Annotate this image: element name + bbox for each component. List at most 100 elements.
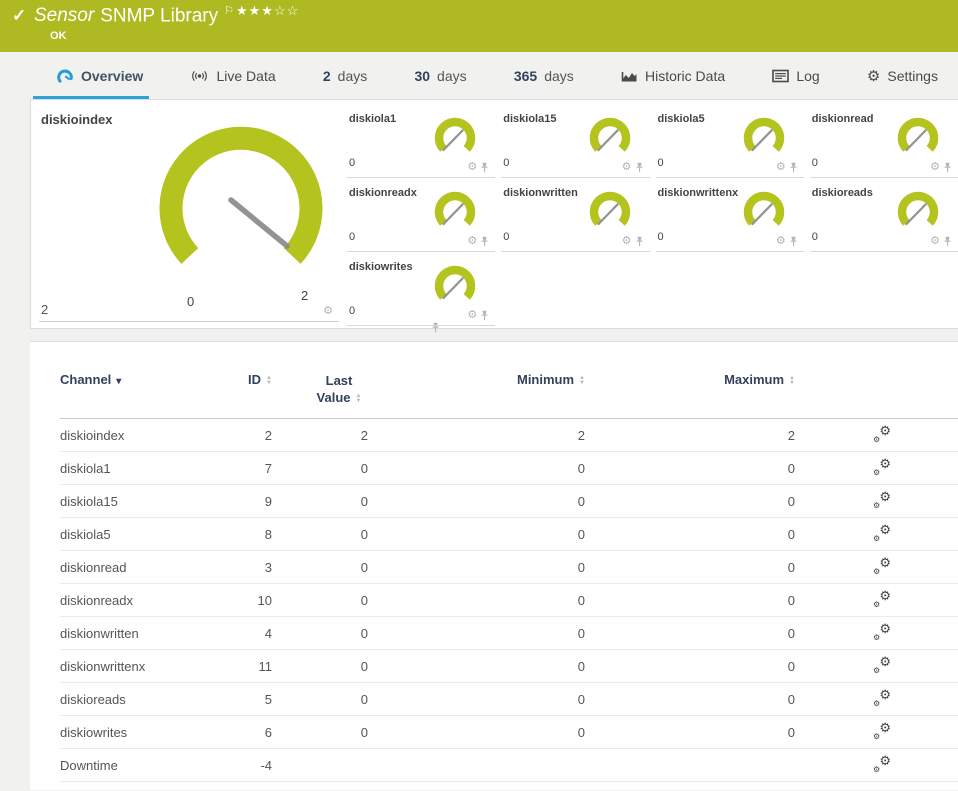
gauge-tile: diskionwritten 0 ⚙ — [501, 178, 650, 252]
channel-name-cell[interactable]: diskionread — [60, 550, 220, 584]
channel-name-cell[interactable]: diskioindex — [60, 418, 220, 452]
gear-icon[interactable]: ⚙ — [467, 162, 477, 173]
channel-name-cell[interactable]: diskiola1 — [60, 451, 220, 485]
edit-channel-settings-icon[interactable]: ⚙ ⚙ — [873, 522, 891, 543]
table-row[interactable]: diskionread 3 0 0 0 ⚙ ⚙ — [60, 550, 958, 584]
last-value-cell: 0 — [272, 484, 368, 518]
column-header-channel[interactable]: Channel ▾ — [60, 372, 220, 419]
table-row[interactable]: Downtime -4 ⚙ ⚙ — [60, 748, 958, 782]
pin-icon[interactable] — [943, 236, 952, 247]
gauge-value: 0 — [811, 231, 818, 243]
edit-channel-settings-icon[interactable]: ⚙ ⚙ — [873, 489, 891, 510]
last-value-cell: 0 — [272, 649, 368, 683]
sensor-name: SNMP Library — [100, 5, 219, 27]
gear-icon[interactable]: ⚙ — [467, 236, 477, 247]
table-row[interactable]: diskionreadx 10 0 0 0 ⚙ ⚙ — [60, 583, 958, 617]
tab-label: days — [544, 67, 574, 84]
tab-settings[interactable]: ⚙ Settings — [867, 52, 938, 99]
log-icon — [772, 69, 790, 83]
table-row[interactable]: diskioreads 5 0 0 0 ⚙ ⚙ — [60, 682, 958, 716]
gear-icon[interactable]: ⚙ — [622, 162, 632, 173]
gauge-dial — [435, 265, 476, 300]
channel-name-cell[interactable]: diskionreadx — [60, 583, 220, 617]
pin-icon[interactable] — [635, 236, 644, 247]
tab-2-days[interactable]: 2 days — [323, 52, 367, 99]
edit-channel-settings-icon[interactable]: ⚙ ⚙ — [873, 753, 891, 774]
gauge-tile: diskiola15 0 ⚙ — [501, 104, 650, 178]
channel-name-cell[interactable]: diskiola5 — [60, 517, 220, 551]
channel-name-cell[interactable]: diskionwritten — [60, 616, 220, 650]
tab-historic-data[interactable]: Historic Data — [621, 52, 725, 99]
channel-id-cell: 3 — [220, 550, 272, 584]
gauge-dial — [435, 117, 476, 152]
tab-30-days[interactable]: 30 days — [414, 52, 466, 99]
edit-channel-settings-icon[interactable]: ⚙ ⚙ — [873, 555, 891, 576]
edit-channel-settings-icon[interactable]: ⚙ ⚙ — [873, 588, 891, 609]
gear-icon[interactable]: ⚙ — [776, 162, 786, 173]
tab-number: 30 — [414, 67, 431, 84]
column-header-last-value[interactable]: Last Value ▲ ▼ — [272, 372, 368, 419]
pin-icon[interactable] — [789, 236, 798, 247]
gauge-scale-max: 2 — [301, 288, 309, 303]
maximum-cell: 0 — [585, 484, 795, 518]
pin-icon[interactable] — [480, 162, 489, 173]
ok-check-icon: ✓ — [12, 6, 27, 25]
edit-channel-settings-icon[interactable]: ⚙ ⚙ — [873, 720, 891, 741]
gauge-value: 0 — [503, 157, 510, 169]
table-row[interactable]: diskiola1 7 0 0 0 ⚙ ⚙ — [60, 451, 958, 485]
minimum-cell: 0 — [368, 682, 585, 716]
pin-icon[interactable] — [480, 310, 489, 321]
tab-log[interactable]: Log — [772, 52, 820, 99]
status-badge: OK — [50, 30, 67, 42]
tab-bar: Overview Live Data 2 days 30 days 365 da… — [0, 52, 958, 99]
column-header-maximum[interactable]: Maximum ▲ ▼ — [585, 372, 795, 419]
tab-label: Live Data — [216, 67, 276, 84]
gauge-value: 0 — [657, 157, 664, 169]
minimum-cell: 0 — [368, 484, 585, 518]
maximum-cell: 0 — [585, 616, 795, 650]
minimum-cell: 0 — [368, 616, 585, 650]
table-row[interactable]: diskionwritten 4 0 0 0 ⚙ ⚙ — [60, 616, 958, 650]
pin-icon[interactable] — [943, 162, 952, 173]
channel-name-cell[interactable]: Downtime — [60, 748, 220, 782]
pin-icon[interactable] — [480, 236, 489, 247]
column-header-id[interactable]: ID ▲ ▼ — [220, 372, 272, 419]
gauge-dial — [743, 117, 784, 152]
gear-icon[interactable]: ⚙ — [323, 306, 333, 317]
table-row[interactable]: diskiola15 9 0 0 0 ⚙ ⚙ — [60, 484, 958, 518]
gauge-tile: diskioreads 0 ⚙ — [809, 178, 958, 252]
channel-name-cell[interactable]: diskionwrittenx — [60, 649, 220, 683]
table-row[interactable]: diskionwrittenx 11 0 0 0 ⚙ ⚙ — [60, 649, 958, 683]
gear-icon[interactable]: ⚙ — [776, 236, 786, 247]
gauge-dial — [435, 191, 476, 226]
pin-icon[interactable] — [635, 162, 644, 173]
table-row[interactable]: diskiowrites 6 0 0 0 ⚙ ⚙ — [60, 715, 958, 749]
tab-365-days[interactable]: 365 days — [514, 52, 574, 99]
gear-icon[interactable]: ⚙ — [467, 310, 477, 321]
edit-channel-settings-icon[interactable]: ⚙ ⚙ — [873, 456, 891, 477]
priority-stars[interactable]: ★★★☆☆ — [236, 3, 299, 19]
channel-name-cell[interactable]: diskiola15 — [60, 484, 220, 518]
tab-live-data[interactable]: Live Data — [190, 52, 276, 99]
table-row[interactable]: diskiola5 8 0 0 0 ⚙ ⚙ — [60, 517, 958, 551]
tab-number: 2 — [322, 67, 331, 84]
table-row[interactable]: diskioindex 2 2 2 2 ⚙ ⚙ — [60, 418, 958, 452]
minimum-cell: 0 — [368, 715, 585, 749]
gear-icon[interactable]: ⚙ — [622, 236, 632, 247]
edit-channel-settings-icon[interactable]: ⚙ ⚙ — [873, 621, 891, 642]
edit-channel-settings-icon[interactable]: ⚙ ⚙ — [873, 423, 891, 444]
gauge-tile: diskiola1 0 ⚙ — [347, 104, 496, 178]
maximum-cell — [585, 748, 795, 782]
edit-channel-settings-icon[interactable]: ⚙ ⚙ — [873, 687, 891, 708]
column-header-minimum[interactable]: Minimum ▲ ▼ — [368, 372, 585, 419]
edit-channel-settings-icon[interactable]: ⚙ ⚙ — [873, 654, 891, 675]
gear-icon[interactable]: ⚙ — [930, 236, 940, 247]
gear-icon[interactable]: ⚙ — [930, 162, 940, 173]
minimum-cell: 0 — [368, 517, 585, 551]
broadcast-icon — [190, 68, 209, 83]
pin-icon[interactable] — [789, 162, 798, 173]
flag-icon[interactable]: ⚐ — [224, 5, 234, 17]
tab-overview[interactable]: Overview — [32, 52, 150, 99]
channel-name-cell[interactable]: diskioreads — [60, 682, 220, 716]
channel-name-cell[interactable]: diskiowrites — [60, 715, 220, 749]
